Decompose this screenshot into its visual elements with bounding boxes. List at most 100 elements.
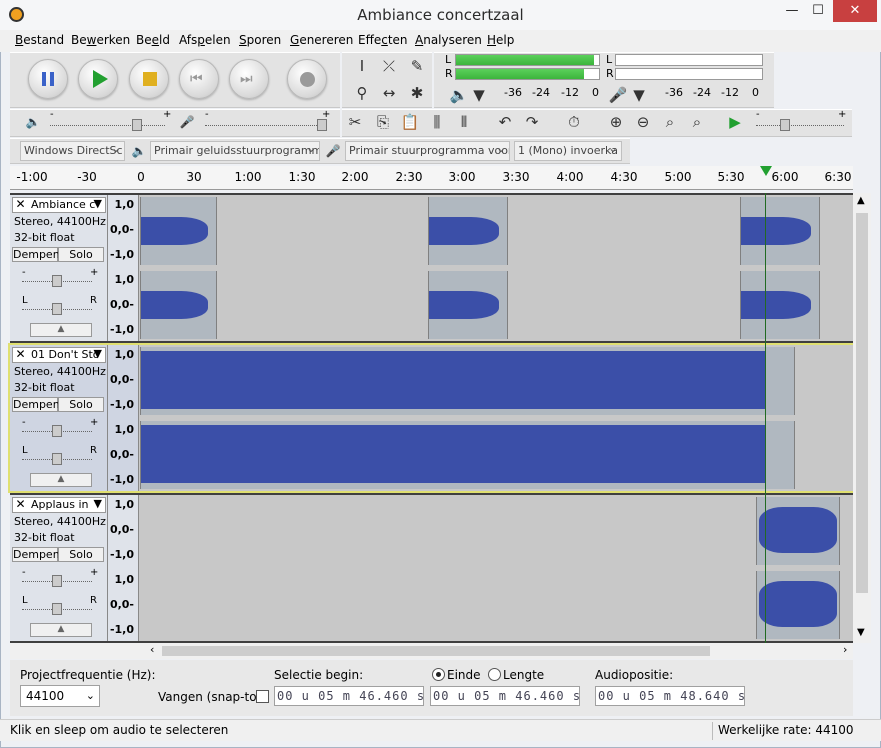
- audio-clip[interactable]: [428, 197, 508, 265]
- menu-bestand[interactable]: Bestand: [15, 33, 64, 47]
- play-button[interactable]: [78, 59, 118, 99]
- pan-slider[interactable]: [22, 453, 92, 465]
- collapse-track-button[interactable]: ▲: [30, 473, 92, 487]
- sync-lock-icon[interactable]: ⏱: [563, 111, 585, 133]
- menu-effecten[interactable]: Effecten: [358, 33, 408, 47]
- solo-button[interactable]: Solo: [58, 247, 104, 262]
- waveform-right[interactable]: [140, 421, 851, 489]
- mute-button[interactable]: Dempen: [12, 547, 60, 562]
- audio-host-select[interactable]: Windows DirectSc: [20, 141, 125, 161]
- close-icon[interactable]: ✕: [13, 348, 28, 361]
- project-rate-select[interactable]: 44100 ⌄: [20, 685, 100, 707]
- close-icon[interactable]: ✕: [13, 498, 28, 511]
- scroll-left-icon[interactable]: ‹: [150, 643, 154, 656]
- undo-icon[interactable]: ↶: [494, 111, 516, 133]
- maximize-button[interactable]: ☐: [805, 0, 831, 22]
- selection-begin-field[interactable]: 00 u 05 m 46.460 s: [274, 686, 424, 706]
- menu-analyseren[interactable]: Analyseren: [415, 33, 482, 47]
- scroll-right-icon[interactable]: ›: [843, 643, 847, 656]
- waveform-right[interactable]: [140, 271, 851, 339]
- redo-icon[interactable]: ↷: [521, 111, 543, 133]
- zoom-in-icon[interactable]: ⊕: [605, 111, 627, 133]
- speaker-icon[interactable]: 🔈: [448, 84, 470, 106]
- gain-slider[interactable]: [22, 575, 92, 587]
- draw-tool-icon[interactable]: ✎: [406, 55, 428, 77]
- slider-knob[interactable]: [52, 453, 62, 465]
- slider-knob[interactable]: [52, 575, 62, 587]
- multi-tool-icon[interactable]: ✱: [406, 82, 428, 104]
- track-name-menu[interactable]: ✕ 01 Don't Sto ▼: [12, 347, 106, 363]
- gain-slider[interactable]: [22, 275, 92, 287]
- rec-meter-right[interactable]: [615, 68, 763, 80]
- slider-knob[interactable]: [52, 303, 62, 315]
- track-applaus[interactable]: ✕ Applaus in ▼ Stereo, 44100Hz 32-bit floa…: [10, 495, 853, 641]
- solo-button[interactable]: Solo: [58, 547, 104, 562]
- silence-icon[interactable]: ⫴: [453, 111, 475, 133]
- audio-clip[interactable]: [140, 421, 795, 489]
- gain-slider[interactable]: [22, 425, 92, 437]
- mute-button[interactable]: Dempen: [12, 397, 60, 412]
- waveform-left[interactable]: [140, 347, 851, 415]
- play-speed-slider[interactable]: [756, 119, 844, 131]
- chevron-down-icon[interactable]: ▼: [628, 84, 650, 106]
- track-dont-stop[interactable]: ✕ 01 Don't Sto ▼ Stereo, 44100Hz 32-bit fl…: [8, 343, 855, 493]
- zoom-tool-icon[interactable]: ⚲: [351, 82, 373, 104]
- menu-help[interactable]: Help: [487, 33, 514, 47]
- play-meter-left[interactable]: [455, 54, 600, 66]
- envelope-tool-icon[interactable]: ⤫: [378, 55, 400, 77]
- close-icon[interactable]: ✕: [13, 198, 28, 211]
- audio-clip[interactable]: [756, 497, 840, 565]
- length-radio[interactable]: [488, 668, 501, 681]
- play-meter-right[interactable]: [455, 68, 600, 80]
- skip-start-button[interactable]: ⏮: [179, 59, 219, 99]
- playhead-marker-icon[interactable]: [760, 166, 772, 176]
- output-device-select[interactable]: Primair geluidsstuurprogramma: [150, 141, 320, 161]
- collapse-track-button[interactable]: ▲: [30, 323, 92, 337]
- selection-end-field[interactable]: 00 u 05 m 46.460 s: [430, 686, 580, 706]
- pan-slider[interactable]: [22, 603, 92, 615]
- audio-clip[interactable]: [428, 271, 508, 339]
- close-button[interactable]: ✕: [833, 0, 877, 22]
- recording-volume-slider[interactable]: [205, 119, 327, 131]
- play-at-speed-icon[interactable]: ▶: [724, 111, 746, 133]
- pause-button[interactable]: [28, 59, 68, 99]
- stop-button[interactable]: [129, 59, 169, 99]
- vertical-scrollbar[interactable]: ▲ ▼: [853, 193, 871, 643]
- slider-knob[interactable]: [317, 119, 327, 131]
- track-ambiance[interactable]: ✕ Ambiance c ▼ Stereo, 44100Hz 32-bit floa…: [10, 195, 853, 341]
- menu-afspelen[interactable]: Afspelen: [179, 33, 231, 47]
- end-radio[interactable]: [432, 668, 445, 681]
- scroll-thumb[interactable]: [162, 646, 710, 656]
- record-button[interactable]: [287, 59, 327, 99]
- vertical-scale[interactable]: 1,0 0,0- -1,0 1,0 0,0- -1,0: [108, 495, 139, 641]
- skip-end-button[interactable]: ⏭: [229, 59, 269, 99]
- audio-clip[interactable]: [756, 571, 840, 639]
- timeshift-tool-icon[interactable]: ↔: [378, 82, 400, 104]
- slider-knob[interactable]: [52, 275, 62, 287]
- menu-genereren[interactable]: Genereren: [290, 33, 353, 47]
- horizontal-scrollbar[interactable]: ‹ ›: [10, 643, 853, 659]
- chevron-down-icon[interactable]: ▼: [468, 84, 490, 106]
- selection-tool-icon[interactable]: I: [351, 55, 373, 77]
- paste-icon[interactable]: 📋: [399, 111, 421, 133]
- vertical-scale[interactable]: 1,0 0,0- -1,0 1,0 0,0- -1,0: [108, 195, 139, 341]
- waveform-left[interactable]: [140, 497, 851, 565]
- cut-icon[interactable]: ✂: [344, 111, 366, 133]
- audio-clip[interactable]: [140, 197, 217, 265]
- menu-sporen[interactable]: Sporen: [239, 33, 281, 47]
- playback-volume-slider[interactable]: [50, 119, 165, 131]
- input-device-select[interactable]: Primair stuurprogramma voor c: [345, 141, 510, 161]
- minimize-button[interactable]: —: [779, 0, 805, 22]
- audio-clip[interactable]: [740, 197, 820, 265]
- input-channels-select[interactable]: 1 (Mono) invoerka: [514, 141, 622, 161]
- slider-knob[interactable]: [132, 119, 142, 131]
- fit-project-icon[interactable]: ⌕: [686, 111, 708, 133]
- audio-clip[interactable]: [740, 271, 820, 339]
- audio-clip[interactable]: [140, 347, 795, 415]
- slider-knob[interactable]: [52, 425, 62, 437]
- mute-button[interactable]: Dempen: [12, 247, 60, 262]
- solo-button[interactable]: Solo: [58, 397, 104, 412]
- slider-knob[interactable]: [52, 603, 62, 615]
- scroll-down-icon[interactable]: ▼: [857, 627, 865, 638]
- copy-icon[interactable]: ⎘: [372, 111, 394, 133]
